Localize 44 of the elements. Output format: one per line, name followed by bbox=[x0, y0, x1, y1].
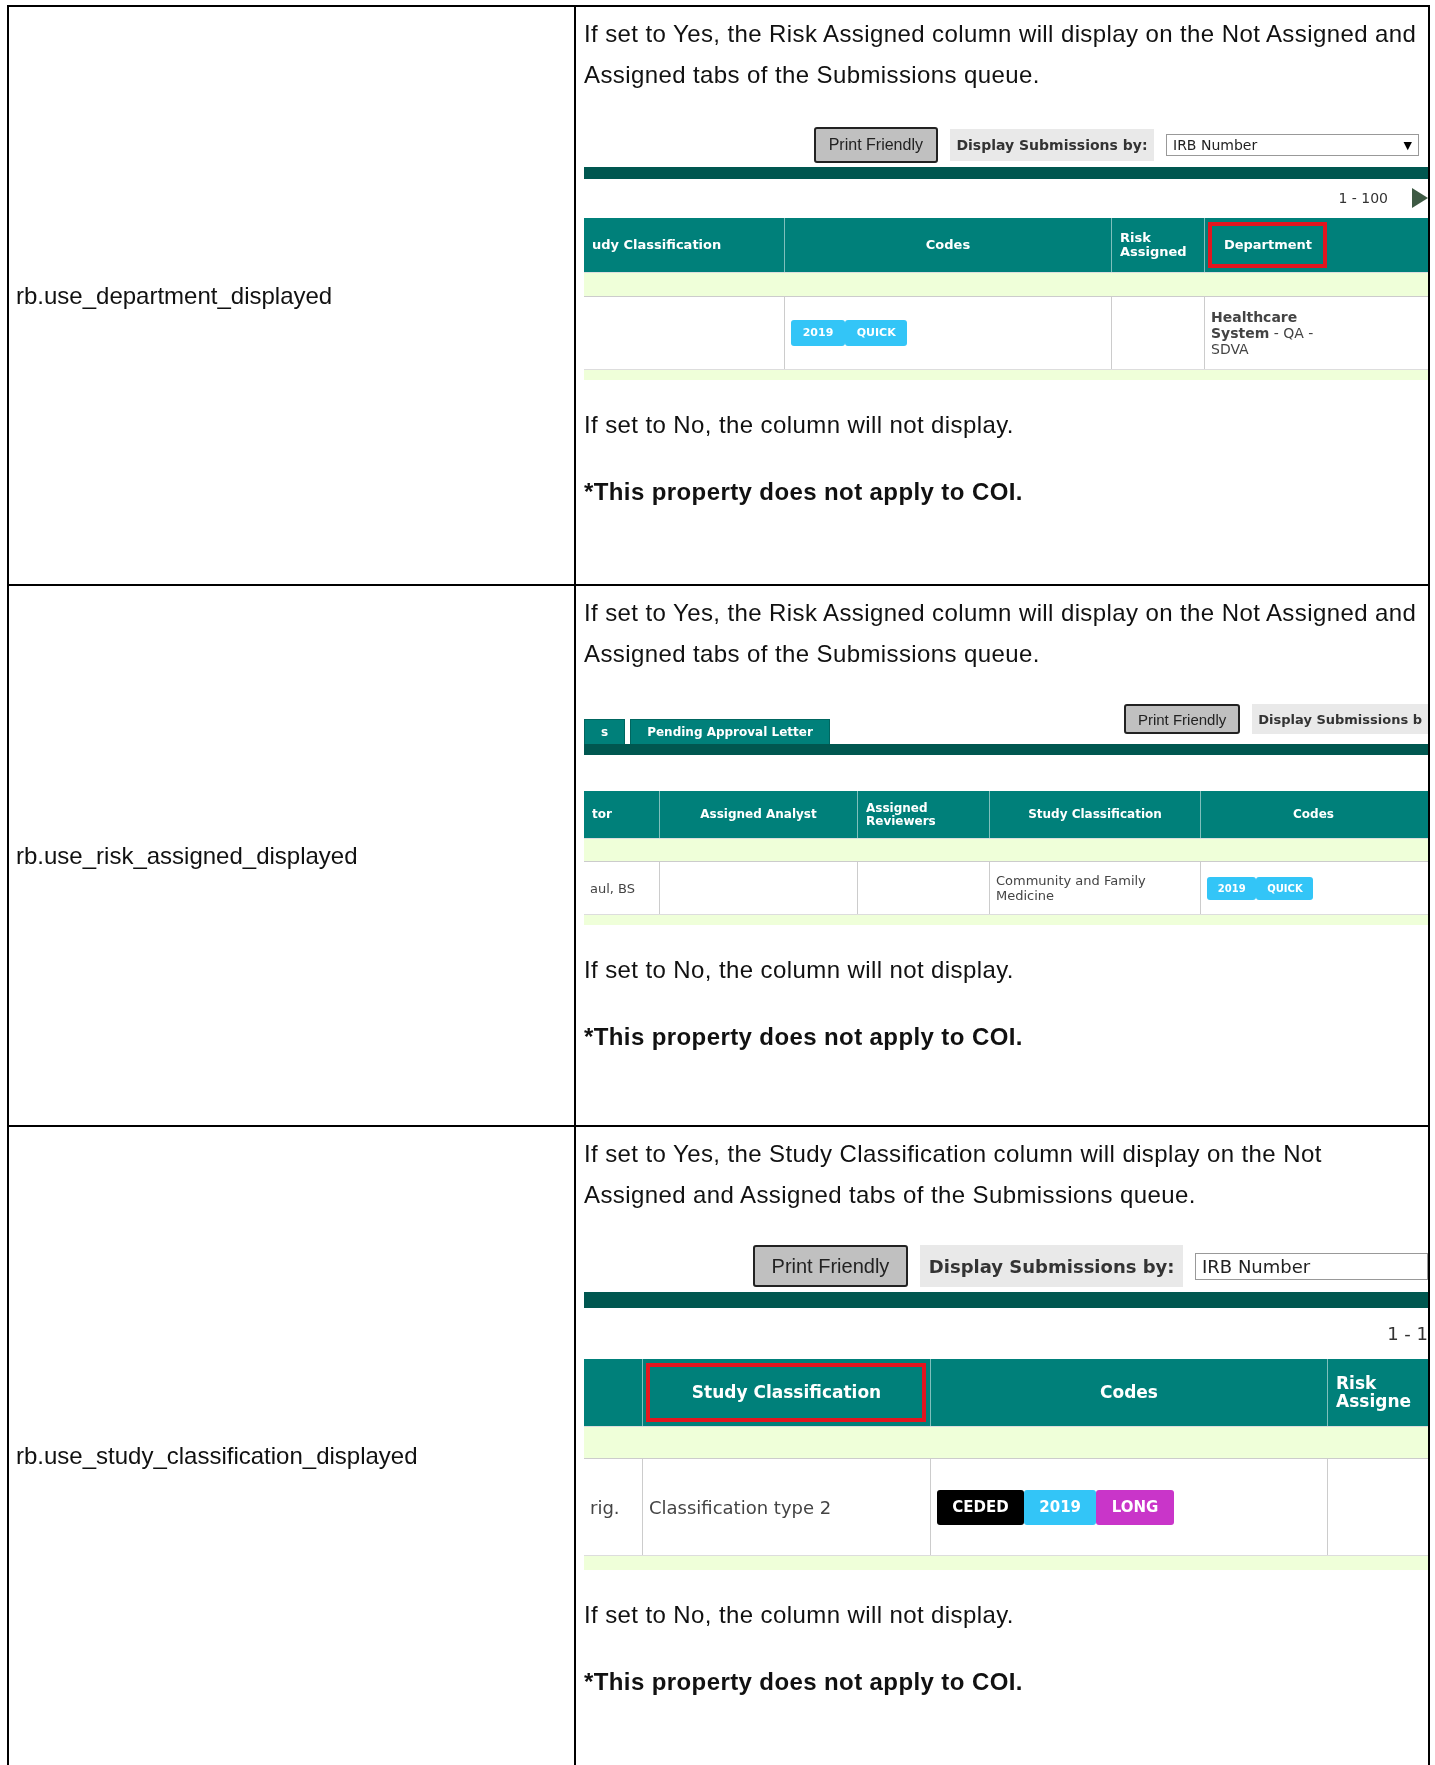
print-friendly-button[interactable]: Print Friendly bbox=[813, 127, 938, 163]
code-tag: QUICK bbox=[1256, 876, 1314, 900]
table-cell: aul, BS bbox=[590, 880, 636, 896]
column-header: Department bbox=[1204, 217, 1331, 272]
code-tag: 2019 bbox=[1207, 876, 1257, 900]
no-setting-text: If set to No, the column will not display. bbox=[584, 1600, 1015, 1631]
table-cell-text: Community and Family Medicine bbox=[996, 873, 1147, 903]
pager-range: 1 - 1 bbox=[1387, 1323, 1428, 1345]
code-tag: QUICK bbox=[845, 319, 908, 346]
description-text: If set to Yes, the Study Classification column will display on the Not Assigned and Assigned tabs of the Submissions queue. bbox=[584, 1139, 1323, 1210]
table-cell: rig. bbox=[590, 1496, 620, 1518]
queue-tab[interactable]: Pending Approval Letter bbox=[630, 719, 830, 744]
pager-range: 1 - 100 bbox=[1338, 190, 1388, 207]
property-name: rb.use_risk_assigned_displayed bbox=[16, 841, 358, 870]
code-tag: 2019 bbox=[791, 319, 845, 346]
description-text: If set to Yes, the Risk Assigned column will display on the Not Assigned and Assigned tabs of the Submissions queue. bbox=[584, 19, 1418, 90]
coi-note: *This property does not apply to COI. bbox=[584, 1667, 1024, 1698]
queue-tab[interactable]: s bbox=[584, 719, 626, 744]
column-header: Risk Assigned bbox=[1111, 217, 1204, 272]
property-name: rb.use_study_classification_displayed bbox=[16, 1442, 418, 1470]
display-select[interactable]: IRB Number bbox=[1195, 1252, 1428, 1280]
display-submissions-label: Display Submissions b bbox=[1252, 704, 1428, 734]
column-header: tor bbox=[591, 806, 613, 824]
table-cell: Classification type 2 bbox=[649, 1496, 832, 1518]
column-header: Study Classification bbox=[642, 1359, 930, 1427]
display-submissions-label: Display Submissions by: bbox=[949, 129, 1154, 161]
no-setting-text: If set to No, the column will not display. bbox=[584, 955, 1015, 985]
print-friendly-button[interactable]: Print Friendly bbox=[752, 1245, 909, 1287]
column-header: Codes bbox=[784, 217, 1111, 272]
caret-icon: ▼ bbox=[1403, 138, 1412, 152]
property-name: rb.use_department_displayed bbox=[16, 281, 333, 310]
code-tag: 2019 bbox=[1024, 1489, 1097, 1525]
code-tag: LONG bbox=[1096, 1489, 1174, 1525]
no-setting-text: If set to No, the column will not display. bbox=[584, 409, 1015, 440]
display-submissions-label: Display Submissions by: bbox=[920, 1245, 1183, 1287]
description-text: If set to Yes, the Risk Assigned column will display on the Not Assigned and Assigned tabs of the Submissions queue. bbox=[584, 598, 1418, 669]
display-select[interactable]: IRB Number ▼ bbox=[1166, 134, 1419, 156]
coi-note: *This property does not apply to COI. bbox=[584, 1022, 1024, 1052]
coi-note: *This property does not apply to COI. bbox=[584, 476, 1024, 507]
table-cell-text: Healthcare System - QA - SDVA bbox=[1211, 308, 1315, 357]
code-tag: CEDED bbox=[937, 1489, 1024, 1525]
next-page-icon[interactable] bbox=[1412, 188, 1428, 209]
column-header: udy Classification bbox=[591, 236, 723, 255]
print-friendly-button[interactable]: Print Friendly bbox=[1123, 704, 1241, 734]
